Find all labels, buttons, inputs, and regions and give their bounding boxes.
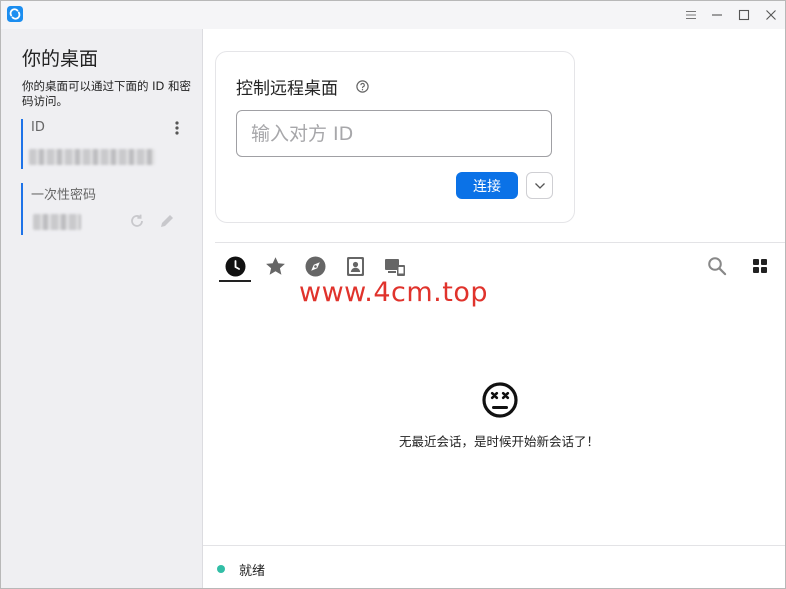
tab-favorites[interactable] (264, 255, 286, 277)
help-icon[interactable] (356, 80, 369, 93)
id-value-blurred[interactable] (29, 149, 155, 165)
devices-icon (385, 258, 405, 276)
minimize-icon (712, 14, 722, 16)
contact-book-icon (346, 256, 364, 276)
remote-id-input[interactable] (236, 110, 552, 157)
connect-options-button[interactable] (526, 172, 553, 199)
status-indicator (217, 565, 225, 573)
maximize-icon (738, 9, 750, 21)
more-vertical-icon (175, 121, 179, 135)
id-block: ID (21, 119, 188, 169)
menu-button[interactable] (680, 5, 702, 25)
minimize-button[interactable] (706, 5, 728, 25)
refresh-icon (131, 214, 143, 227)
edit-password-button[interactable] (158, 212, 176, 230)
compass-icon (305, 256, 325, 276)
search-button[interactable] (706, 255, 728, 277)
status-bar: 就绪 (203, 545, 785, 588)
sidebar-title: 你的桌面 (22, 48, 99, 70)
status-text: 就绪 (239, 564, 266, 579)
refresh-password-button[interactable] (128, 212, 146, 230)
grid-view-icon (753, 259, 767, 273)
id-more-button[interactable] (172, 120, 182, 136)
chevron-down-icon (534, 182, 545, 189)
tab-discovered[interactable] (304, 255, 326, 277)
card-title: 控制远程桌面 (236, 79, 338, 99)
empty-sessions-message: 无最近会话，是时候开始新会话了！ (398, 434, 599, 449)
search-icon (708, 257, 727, 276)
remote-control-card: 控制远程桌面 连接 (215, 51, 575, 223)
star-icon (265, 256, 285, 275)
close-icon (766, 10, 776, 20)
tab-groups[interactable] (384, 255, 406, 277)
hamburger-icon (686, 10, 696, 20)
maximize-button[interactable] (733, 5, 755, 25)
password-value-blurred (33, 214, 81, 230)
view-toggle-button[interactable] (749, 255, 771, 277)
close-button[interactable] (760, 5, 782, 25)
sidebar-description: 你的桌面可以通过下面的 ID 和密码访问。 (22, 79, 192, 108)
watermark-text: www.4cm.top (299, 277, 489, 308)
id-label: ID (31, 120, 45, 135)
password-block: 一次性密码 (21, 183, 188, 235)
pencil-icon (161, 215, 173, 227)
active-tab-indicator (219, 280, 251, 282)
app-window: 你的桌面 你的桌面可以通过下面的 ID 和密码访问。 ID 一次性密码 控制远程… (0, 0, 786, 589)
app-logo-icon (7, 6, 23, 22)
section-divider (215, 242, 785, 243)
connect-button[interactable]: 连接 (456, 172, 518, 199)
main-panel: 控制远程桌面 连接 (203, 29, 785, 588)
title-bar (1, 1, 785, 29)
tab-address-book[interactable] (344, 255, 366, 277)
sidebar: 你的桌面 你的桌面可以通过下面的 ID 和密码访问。 ID 一次性密码 (1, 29, 203, 588)
tab-recent[interactable] (224, 255, 246, 277)
password-label: 一次性密码 (31, 188, 97, 203)
clock-icon (225, 256, 245, 276)
sad-face-icon (482, 382, 518, 418)
